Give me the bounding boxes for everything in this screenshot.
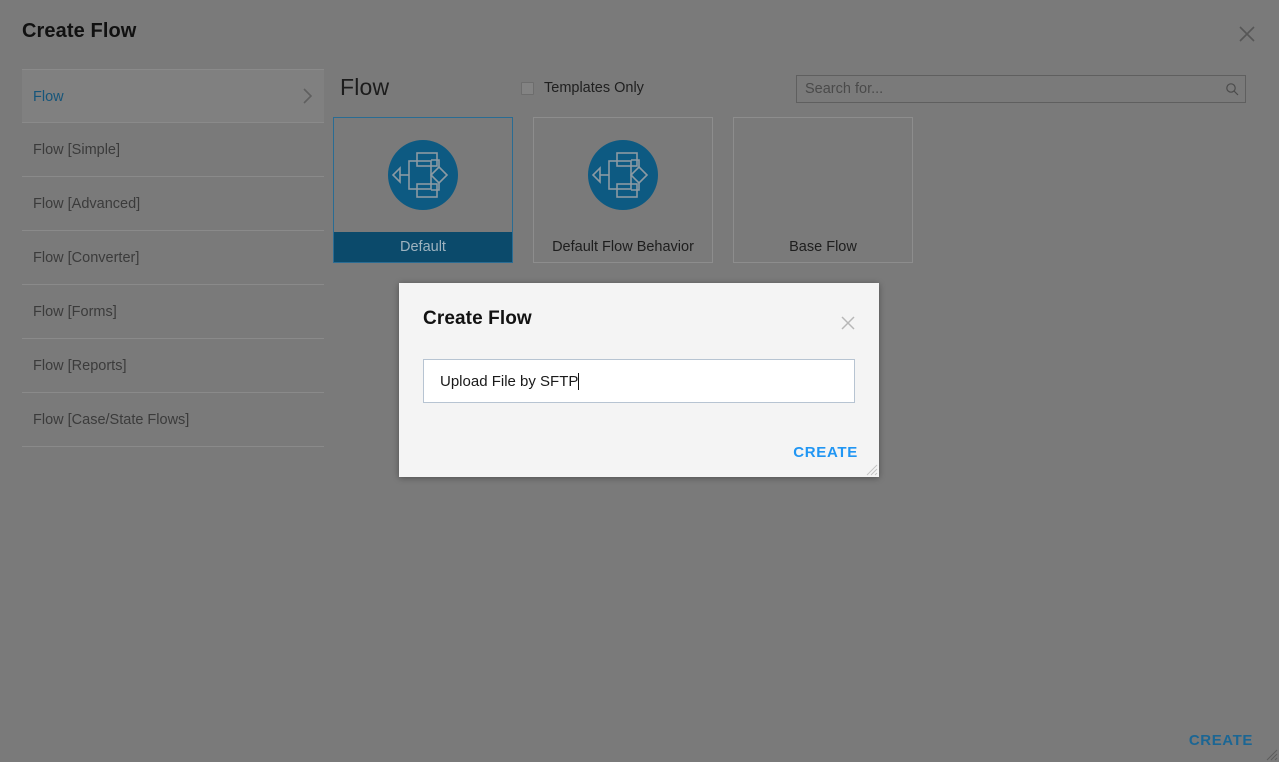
wizard-create-button[interactable]: CREATE (1189, 732, 1253, 749)
card-icon-area (334, 118, 512, 232)
flow-diagram-icon (588, 140, 658, 210)
search-icon (1219, 82, 1245, 96)
sidebar-item-flow-forms[interactable]: Flow [Forms] (22, 285, 324, 339)
flow-diagram-icon (388, 140, 458, 210)
card-label: Base Flow (789, 239, 857, 255)
sidebar-item-flow-simple[interactable]: Flow [Simple] (22, 123, 324, 177)
template-card-list: Default Default Flow Behavior Base Flow (333, 117, 913, 263)
panel-title: Flow (340, 74, 390, 100)
close-icon[interactable] (838, 313, 858, 333)
sidebar-item-label: Flow [Reports] (33, 358, 127, 374)
checkbox-box[interactable] (521, 81, 534, 95)
create-flow-modal: Create Flow CREATE (399, 283, 879, 477)
category-sidebar: Flow Flow [Simple] Flow [Advanced] Flow … (22, 69, 324, 447)
template-card-default[interactable]: Default (333, 117, 513, 263)
card-icon-area (734, 118, 912, 232)
search-box[interactable] (796, 75, 1246, 103)
sidebar-item-label: Flow (33, 89, 64, 105)
modal-title: Create Flow (423, 308, 532, 329)
card-icon-area (534, 118, 712, 232)
page-title: Create Flow (22, 20, 137, 42)
sidebar-item-label: Flow [Converter] (33, 250, 140, 266)
sidebar-item-label: Flow [Case/State Flows] (33, 412, 190, 428)
flow-name-field[interactable] (423, 359, 855, 403)
template-card-default-flow-behavior[interactable]: Default Flow Behavior (533, 117, 713, 263)
sidebar-item-flow-converter[interactable]: Flow [Converter] (22, 231, 324, 285)
templates-only-checkbox[interactable]: Templates Only (521, 80, 644, 96)
sidebar-item-flow-case-state-flows[interactable]: Flow [Case/State Flows] (22, 393, 324, 447)
sidebar-item-label: Flow [Forms] (33, 304, 117, 320)
template-card-base-flow[interactable]: Base Flow (733, 117, 913, 263)
sidebar-item-flow[interactable]: Flow (22, 69, 324, 123)
resize-grip-icon[interactable] (865, 463, 878, 476)
sidebar-item-label: Flow [Simple] (33, 142, 121, 158)
card-label: Default (334, 232, 512, 262)
resize-grip-icon[interactable] (1264, 747, 1278, 761)
modal-create-button[interactable]: CREATE (793, 444, 858, 461)
sidebar-item-flow-advanced[interactable]: Flow [Advanced] (22, 177, 324, 231)
search-input[interactable] (797, 76, 1219, 102)
text-caret (578, 372, 579, 390)
chevron-right-icon (301, 86, 314, 106)
templates-only-label: Templates Only (544, 80, 644, 96)
close-icon[interactable] (1235, 22, 1259, 46)
card-label: Default Flow Behavior (552, 239, 694, 255)
flow-name-input[interactable] (424, 360, 580, 402)
sidebar-item-label: Flow [Advanced] (33, 196, 141, 212)
sidebar-item-flow-reports[interactable]: Flow [Reports] (22, 339, 324, 393)
